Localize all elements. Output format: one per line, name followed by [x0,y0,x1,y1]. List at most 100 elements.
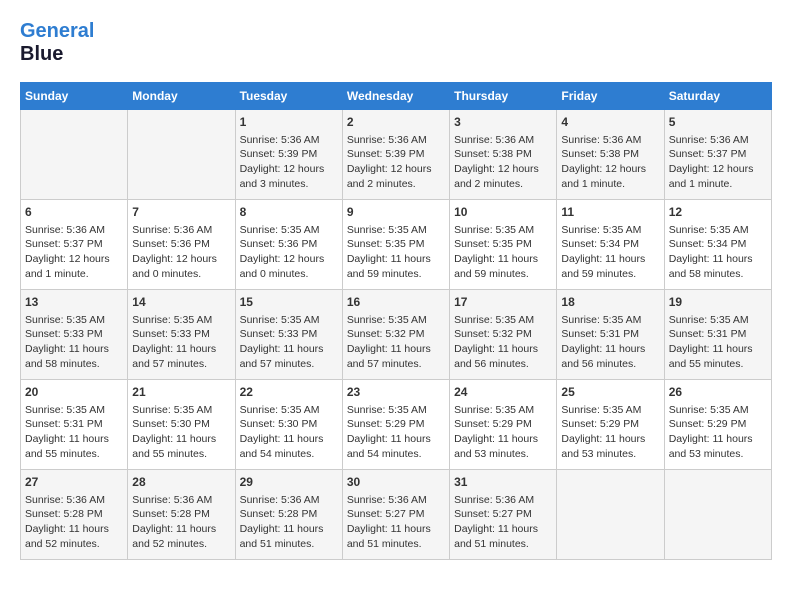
day-cell: 9 Sunrise: 5:35 AM Sunset: 5:35 PM Daylig… [342,200,449,290]
day-cell: 4 Sunrise: 5:36 AM Sunset: 5:38 PM Daylig… [557,110,664,200]
day-info: Sunrise: 5:35 AM Sunset: 5:30 PM Dayligh… [132,404,216,460]
day-cell: 25 Sunrise: 5:35 AM Sunset: 5:29 PM Dayli… [557,380,664,470]
day-number: 11 [561,204,659,221]
day-info: Sunrise: 5:35 AM Sunset: 5:29 PM Dayligh… [347,404,431,460]
day-info: Sunrise: 5:36 AM Sunset: 5:27 PM Dayligh… [454,494,538,550]
day-number: 23 [347,384,445,401]
day-info: Sunrise: 5:36 AM Sunset: 5:27 PM Dayligh… [347,494,431,550]
day-number: 18 [561,294,659,311]
day-number: 19 [669,294,767,311]
day-number: 26 [669,384,767,401]
day-number: 6 [25,204,123,221]
day-cell: 7Sunrise: 5:36 AM Sunset: 5:36 PM Daylig… [128,200,235,290]
header-thursday: Thursday [450,83,557,110]
calendar-header: SundayMondayTuesdayWednesdayThursdayFrid… [21,83,772,110]
day-cell: 26 Sunrise: 5:35 AM Sunset: 5:29 PM Dayli… [664,380,771,470]
day-number: 21 [132,384,230,401]
week-row-2: 6 Sunrise: 5:36 AM Sunset: 5:37 PM Daylig… [21,200,772,290]
day-cell: 8Sunrise: 5:35 AM Sunset: 5:36 PM Daylig… [235,200,342,290]
day-info: Sunrise: 5:35 AM Sunset: 5:35 PM Dayligh… [347,224,431,280]
day-cell: 11 Sunrise: 5:35 AM Sunset: 5:34 PM Dayli… [557,200,664,290]
day-info: Sunrise: 5:35 AM Sunset: 5:34 PM Dayligh… [669,224,753,280]
day-cell: 23 Sunrise: 5:35 AM Sunset: 5:29 PM Dayli… [342,380,449,470]
day-number: 13 [25,294,123,311]
day-number: 7 [132,204,230,221]
day-info: Sunrise: 5:36 AM Sunset: 5:28 PM Dayligh… [240,494,324,550]
day-info: Sunrise: 5:35 AM Sunset: 5:31 PM Dayligh… [561,314,645,370]
day-info: Sunrise: 5:35 AM Sunset: 5:33 PM Dayligh… [25,314,109,370]
day-cell: 28 Sunrise: 5:36 AM Sunset: 5:28 PM Dayli… [128,470,235,560]
day-number: 4 [561,114,659,131]
logo-text: General Blue [20,20,94,66]
day-number: 24 [454,384,552,401]
day-cell: 16 Sunrise: 5:35 AM Sunset: 5:32 PM Dayli… [342,290,449,380]
day-number: 27 [25,474,123,491]
day-cell: 22 Sunrise: 5:35 AM Sunset: 5:30 PM Dayli… [235,380,342,470]
day-number: 1 [240,114,338,131]
day-cell: 21 Sunrise: 5:35 AM Sunset: 5:30 PM Dayli… [128,380,235,470]
day-cell: 31 Sunrise: 5:36 AM Sunset: 5:27 PM Dayli… [450,470,557,560]
day-cell [664,470,771,560]
day-info: Sunrise: 5:36 AM Sunset: 5:28 PM Dayligh… [25,494,109,550]
page-header: General Blue [20,20,772,66]
day-info: Sunrise: 5:36 AM Sunset: 5:39 PM Dayligh… [347,134,432,190]
day-cell: 14 Sunrise: 5:35 AM Sunset: 5:33 PM Dayli… [128,290,235,380]
day-cell: 5Sunrise: 5:36 AM Sunset: 5:37 PM Daylig… [664,110,771,200]
day-info: Sunrise: 5:35 AM Sunset: 5:31 PM Dayligh… [669,314,753,370]
day-cell [21,110,128,200]
week-row-5: 27 Sunrise: 5:36 AM Sunset: 5:28 PM Dayli… [21,470,772,560]
day-cell: 18 Sunrise: 5:35 AM Sunset: 5:31 PM Dayli… [557,290,664,380]
day-number: 9 [347,204,445,221]
week-row-1: 1 Sunrise: 5:36 AM Sunset: 5:39 PM Daylig… [21,110,772,200]
day-info: Sunrise: 5:35 AM Sunset: 5:29 PM Dayligh… [669,404,753,460]
day-number: 5 [669,114,767,131]
day-number: 25 [561,384,659,401]
week-row-4: 20Sunrise: 5:35 AM Sunset: 5:31 PM Dayli… [21,380,772,470]
day-cell: 19 Sunrise: 5:35 AM Sunset: 5:31 PM Dayli… [664,290,771,380]
calendar-body: 1 Sunrise: 5:36 AM Sunset: 5:39 PM Daylig… [21,110,772,560]
day-info: Sunrise: 5:35 AM Sunset: 5:32 PM Dayligh… [454,314,538,370]
day-info: Sunrise: 5:35 AM Sunset: 5:29 PM Dayligh… [561,404,645,460]
logo: General Blue [20,20,94,66]
day-info: Sunrise: 5:35 AM Sunset: 5:29 PM Dayligh… [454,404,538,460]
day-info: Sunrise: 5:36 AM Sunset: 5:37 PM Dayligh… [25,224,110,280]
day-info: Sunrise: 5:35 AM Sunset: 5:33 PM Dayligh… [240,314,324,370]
day-info: Sunrise: 5:35 AM Sunset: 5:33 PM Dayligh… [132,314,216,370]
day-cell: 6 Sunrise: 5:36 AM Sunset: 5:37 PM Daylig… [21,200,128,290]
day-number: 10 [454,204,552,221]
day-number: 3 [454,114,552,131]
day-number: 17 [454,294,552,311]
day-cell: 13 Sunrise: 5:35 AM Sunset: 5:33 PM Dayli… [21,290,128,380]
day-number: 22 [240,384,338,401]
day-cell: 15 Sunrise: 5:35 AM Sunset: 5:33 PM Dayli… [235,290,342,380]
header-sunday: Sunday [21,83,128,110]
header-row: SundayMondayTuesdayWednesdayThursdayFrid… [21,83,772,110]
day-number: 31 [454,474,552,491]
day-cell [557,470,664,560]
day-cell: 12 Sunrise: 5:35 AM Sunset: 5:34 PM Dayli… [664,200,771,290]
header-friday: Friday [557,83,664,110]
day-info: Sunrise: 5:35 AM Sunset: 5:34 PM Dayligh… [561,224,645,280]
calendar-table: SundayMondayTuesdayWednesdayThursdayFrid… [20,82,772,560]
week-row-3: 13 Sunrise: 5:35 AM Sunset: 5:33 PM Dayli… [21,290,772,380]
day-cell: 1Sunrise: 5:36 AM Sunset: 5:39 PM Daylig… [235,110,342,200]
day-info: Sunrise: 5:35 AM Sunset: 5:30 PM Dayligh… [240,404,324,460]
day-number: 12 [669,204,767,221]
day-number: 2 [347,114,445,131]
day-info: Sunrise: 5:35 AM Sunset: 5:32 PM Dayligh… [347,314,431,370]
day-info: Sunrise: 5:36 AM Sunset: 5:38 PM Dayligh… [561,134,646,190]
day-info: Sunrise: 5:35 AM Sunset: 5:36 PM Dayligh… [240,224,325,280]
day-cell: 29Sunrise: 5:36 AM Sunset: 5:28 PM Dayli… [235,470,342,560]
header-tuesday: Tuesday [235,83,342,110]
day-cell: 3 Sunrise: 5:36 AM Sunset: 5:38 PM Daylig… [450,110,557,200]
header-wednesday: Wednesday [342,83,449,110]
day-info: Sunrise: 5:35 AM Sunset: 5:35 PM Dayligh… [454,224,538,280]
day-number: 15 [240,294,338,311]
day-number: 28 [132,474,230,491]
day-info: Sunrise: 5:36 AM Sunset: 5:38 PM Dayligh… [454,134,539,190]
day-number: 16 [347,294,445,311]
day-info: Sunrise: 5:35 AM Sunset: 5:31 PM Dayligh… [25,404,109,460]
day-number: 14 [132,294,230,311]
day-cell: 20Sunrise: 5:35 AM Sunset: 5:31 PM Dayli… [21,380,128,470]
day-info: Sunrise: 5:36 AM Sunset: 5:28 PM Dayligh… [132,494,216,550]
